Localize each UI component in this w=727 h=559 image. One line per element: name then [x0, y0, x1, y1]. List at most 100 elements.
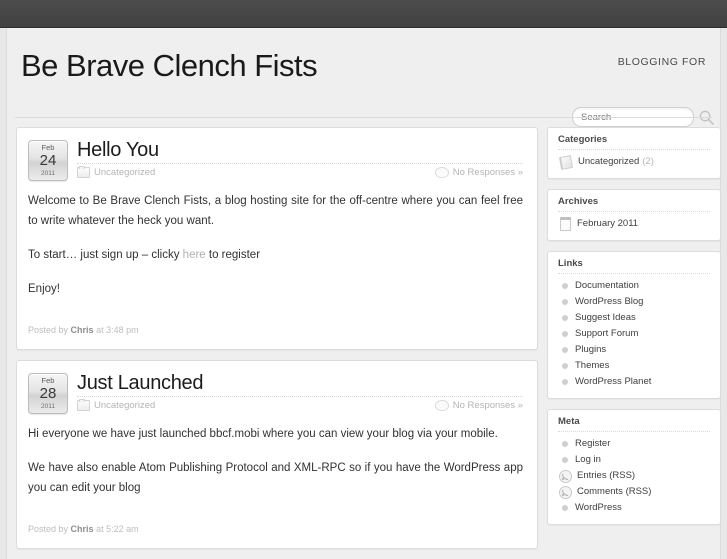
site-header: Be Brave Clench Fists BLOGGING FOR — [7, 28, 720, 127]
bullet-icon — [562, 331, 568, 337]
post-paragraph: Welcome to Be Brave Clench Fists, a blog… — [28, 195, 523, 227]
widget-meta: Meta Register Log in Entries (RSS) Comme… — [547, 409, 721, 525]
post-date-badge: Feb 24 2011 — [28, 140, 68, 181]
post-paragraph: We have also enable Atom Publishing Prot… — [28, 462, 523, 494]
list-item[interactable]: Themes — [558, 358, 710, 374]
site-tagline: BLOGGING FOR — [617, 56, 706, 68]
widget-list: Uncategorized (2) — [558, 154, 710, 170]
list-item[interactable]: Register — [558, 436, 710, 452]
post-title[interactable]: Hello You — [77, 138, 523, 162]
widget-categories: Categories Uncategorized (2) — [547, 127, 721, 179]
post-header: Feb 28 2011 Just Launched Uncategorized — [28, 371, 523, 414]
post-category-label[interactable]: Uncategorized — [94, 400, 155, 411]
list-item[interactable]: Plugins — [558, 342, 710, 358]
widget-title: Archives — [558, 196, 710, 212]
date-month: Feb — [41, 143, 55, 152]
main-columns: Feb 24 2011 Hello You Uncategorized No R… — [7, 118, 721, 559]
rss-icon — [559, 469, 572, 483]
post-article: Feb 24 2011 Hello You Uncategorized No R… — [16, 127, 538, 350]
post-body: Hi everyone we have just launched bbcf.m… — [28, 424, 523, 498]
footer-suffix: at 3:48 pm — [96, 325, 139, 335]
list-item[interactable]: Comments (RSS) — [558, 484, 710, 500]
list-item-label[interactable]: WordPress — [575, 500, 622, 516]
post-paragraph: To start… just sign up – clicky here to … — [28, 249, 261, 261]
list-item-label[interactable]: Entries (RSS) — [577, 468, 635, 484]
calendar-icon — [560, 217, 571, 231]
list-item-label[interactable]: Plugins — [575, 342, 606, 358]
post-header-right: Just Launched Uncategorized No Responses… — [77, 371, 523, 411]
folder-icon — [77, 166, 90, 178]
list-item-label[interactable]: Comments (RSS) — [577, 484, 651, 500]
widget-links: Links Documentation WordPress Blog Sugge… — [547, 251, 721, 399]
page-wrapper: Be Brave Clench Fists BLOGGING FOR Feb 2… — [6, 28, 721, 559]
date-day: 24 — [39, 152, 57, 169]
widget-list: Documentation WordPress Blog Suggest Ide… — [558, 278, 710, 390]
list-item[interactable]: Suggest Ideas — [558, 310, 710, 326]
list-item-label[interactable]: Themes — [575, 358, 609, 374]
list-item-label[interactable]: February 2011 — [577, 216, 638, 232]
footer-prefix: Posted by — [28, 325, 69, 335]
bullet-icon — [562, 283, 568, 289]
footer-prefix: Posted by — [28, 524, 69, 534]
list-item[interactable]: WordPress — [558, 500, 710, 516]
post-meta: Uncategorized No Responses » — [77, 396, 523, 411]
widget-list: February 2011 — [558, 216, 710, 232]
post-responses[interactable]: No Responses » — [434, 400, 523, 411]
header-divider — [15, 117, 712, 118]
list-item-label[interactable]: WordPress Blog — [575, 294, 643, 310]
post-category-label[interactable]: Uncategorized — [94, 167, 155, 178]
footer-suffix: at 5:22 am — [96, 524, 139, 534]
post-header-right: Hello You Uncategorized No Responses » — [77, 138, 523, 178]
post-title[interactable]: Just Launched — [77, 371, 523, 395]
date-year: 2011 — [41, 170, 55, 177]
bullet-icon — [562, 363, 568, 369]
list-item-label[interactable]: Support Forum — [575, 326, 638, 342]
post-author[interactable]: Chris — [71, 325, 94, 335]
list-item[interactable]: Uncategorized (2) — [558, 154, 710, 170]
site-title[interactable]: Be Brave Clench Fists — [21, 46, 706, 86]
post-responses-label[interactable]: No Responses » — [453, 167, 523, 178]
widget-archives: Archives February 2011 — [547, 189, 721, 241]
list-item[interactable]: Documentation — [558, 278, 710, 294]
list-item-label[interactable]: Documentation — [575, 278, 639, 294]
list-item[interactable]: Support Forum — [558, 326, 710, 342]
post-footer: Posted by Chris at 5:22 am — [28, 524, 523, 534]
list-item-label[interactable]: Register — [575, 436, 610, 452]
date-day: 28 — [39, 385, 57, 402]
widget-title: Links — [558, 258, 710, 274]
post-meta: Uncategorized No Responses » — [77, 163, 523, 178]
bullet-icon — [562, 379, 568, 385]
date-month: Feb — [41, 376, 55, 385]
register-link[interactable]: here — [183, 249, 206, 261]
widget-title: Categories — [558, 134, 710, 150]
date-year: 2011 — [41, 403, 55, 410]
list-item[interactable]: WordPress Planet — [558, 374, 710, 390]
post-responses-label[interactable]: No Responses » — [453, 400, 523, 411]
list-item[interactable]: WordPress Blog — [558, 294, 710, 310]
post-paragraph: Enjoy! — [28, 283, 60, 295]
admin-bar[interactable] — [0, 0, 727, 28]
folder-icon — [77, 399, 90, 411]
list-item-label[interactable]: WordPress Planet — [575, 374, 651, 390]
post-category[interactable]: Uncategorized — [77, 166, 155, 178]
post-author[interactable]: Chris — [71, 524, 94, 534]
post-footer: Posted by Chris at 3:48 pm — [28, 325, 523, 335]
widget-list: Register Log in Entries (RSS) Comments (… — [558, 436, 710, 516]
bullet-icon — [562, 457, 568, 463]
book-icon — [558, 154, 574, 170]
post-responses[interactable]: No Responses » — [434, 167, 523, 178]
post-paragraph: Hi everyone we have just launched bbcf.m… — [28, 428, 498, 440]
bullet-icon — [562, 299, 568, 305]
list-item-label[interactable]: Uncategorized — [578, 154, 639, 170]
post-category[interactable]: Uncategorized — [77, 399, 155, 411]
list-item[interactable]: Log in — [558, 452, 710, 468]
post-body: Welcome to Be Brave Clench Fists, a blog… — [28, 191, 523, 299]
list-item[interactable]: February 2011 — [558, 216, 710, 232]
list-item-label[interactable]: Suggest Ideas — [575, 310, 636, 326]
sidebar: Categories Uncategorized (2) Archives Fe… — [547, 127, 721, 535]
list-item-label[interactable]: Log in — [575, 452, 601, 468]
list-item[interactable]: Entries (RSS) — [558, 468, 710, 484]
widget-title: Meta — [558, 416, 710, 432]
rss-icon — [559, 485, 572, 499]
content-column: Feb 24 2011 Hello You Uncategorized No R… — [16, 127, 538, 559]
